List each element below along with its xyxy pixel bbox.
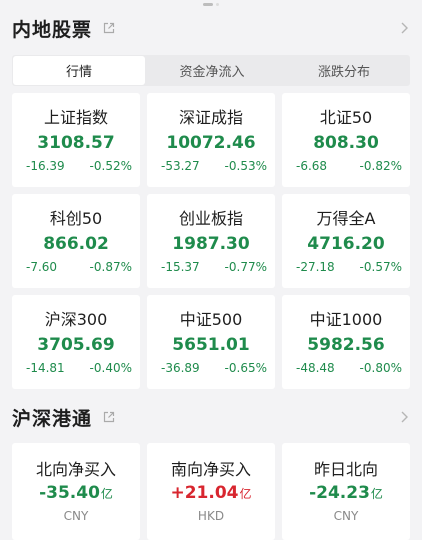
flow-currency: HKD: [197, 509, 225, 523]
index-price: 1987.30: [172, 234, 250, 254]
flow-name: 南向净买入: [170, 460, 251, 479]
flow-value-wrap: -35.40亿: [12, 483, 140, 503]
flow-name: 北向净买入: [35, 460, 116, 479]
index-change: -7.60: [26, 260, 58, 274]
index-card[interactable]: 科创50 866.02 -7.60 -0.87%: [12, 194, 140, 288]
index-change-pct: -0.53%: [224, 159, 267, 173]
index-change: -53.27: [161, 159, 200, 173]
index-card[interactable]: 沪深300 3705.69 -14.81 -0.40%: [12, 295, 140, 389]
index-price: 4716.20: [307, 234, 385, 254]
flow-unit: 亿: [239, 487, 252, 501]
flow-unit: 亿: [370, 487, 383, 501]
index-name: 科创50: [49, 209, 103, 228]
flow-currency: CNY: [333, 509, 359, 523]
flow-currency: CNY: [63, 509, 89, 523]
index-price: 3108.57: [37, 133, 115, 153]
index-name: 沪深300: [44, 310, 108, 329]
flow-value: -24.23: [309, 483, 370, 503]
index-price: 5651.01: [172, 335, 250, 355]
chevron-right-icon[interactable]: [397, 410, 411, 424]
index-name: 上证指数: [43, 108, 108, 127]
connect-section-header[interactable]: 沪深港通: [0, 402, 422, 432]
index-card[interactable]: 上证指数 3108.57 -16.39 -0.52%: [12, 93, 140, 187]
index-card[interactable]: 中证1000 5982.56 -48.48 -0.80%: [282, 295, 410, 389]
index-change: -48.48: [296, 361, 335, 375]
index-card[interactable]: 万得全A 4716.20 -27.18 -0.57%: [282, 194, 410, 288]
index-price: 808.30: [313, 133, 379, 153]
index-change: -15.37: [161, 260, 200, 274]
index-card[interactable]: 深证成指 10072.46 -53.27 -0.53%: [147, 93, 275, 187]
index-price: 866.02: [43, 234, 109, 254]
index-change: -6.68: [296, 159, 328, 173]
index-change-pct: -0.77%: [224, 260, 267, 274]
index-card[interactable]: 北证50 808.30 -6.68 -0.82%: [282, 93, 410, 187]
index-price: 3705.69: [37, 335, 115, 355]
mainland-section-header[interactable]: 内地股票: [0, 13, 422, 43]
index-name: 中证1000: [309, 310, 383, 329]
flow-card[interactable]: 南向净买入 +21.04亿 HKD: [147, 443, 275, 540]
index-card[interactable]: 中证500 5651.01 -36.89 -0.65%: [147, 295, 275, 389]
index-change-pct: -0.52%: [89, 159, 132, 173]
flow-card[interactable]: 北向净买入 -35.40亿 CNY: [12, 443, 140, 540]
index-name: 创业板指: [178, 209, 243, 228]
index-change: -16.39: [26, 159, 65, 173]
tab-distribution[interactable]: 涨跌分布: [278, 55, 410, 86]
index-name: 中证500: [179, 310, 243, 329]
index-change-pct: -0.80%: [359, 361, 402, 375]
connect-section-title: 沪深港通: [12, 407, 93, 430]
index-change: -14.81: [26, 361, 65, 375]
index-price: 5982.56: [307, 335, 385, 355]
flow-value-wrap: +21.04亿: [147, 483, 275, 503]
index-change: -27.18: [296, 260, 335, 274]
index-price: 10072.46: [166, 133, 256, 153]
index-change-pct: -0.65%: [224, 361, 267, 375]
index-change-pct: -0.82%: [359, 159, 402, 173]
index-change-pct: -0.57%: [359, 260, 402, 274]
mainland-section-title: 内地股票: [12, 18, 93, 41]
index-name: 北证50: [319, 108, 373, 127]
page-indicator: [0, 3, 422, 6]
chevron-right-icon[interactable]: [397, 21, 411, 35]
flow-unit: 亿: [100, 487, 113, 501]
connect-flow-grid: 北向净买入 -35.40亿 CNY 南向净买入 +21.04亿 HKD 昨日北向…: [12, 443, 410, 540]
flow-value-wrap: -24.23亿: [282, 483, 410, 503]
index-change: -36.89: [161, 361, 200, 375]
index-grid: 上证指数 3108.57 -16.39 -0.52% 深证成指 10072.46 …: [12, 93, 410, 389]
tab-net-inflow[interactable]: 资金净流入: [146, 55, 278, 86]
index-name: 万得全A: [316, 209, 376, 228]
page-dot-active: [203, 3, 213, 6]
index-change-pct: -0.87%: [89, 260, 132, 274]
index-card[interactable]: 创业板指 1987.30 -15.37 -0.77%: [147, 194, 275, 288]
flow-card[interactable]: 昨日北向 -24.23亿 CNY: [282, 443, 410, 540]
index-name: 深证成指: [178, 108, 243, 127]
flow-value: +21.04: [170, 483, 239, 503]
flow-value: -35.40: [39, 483, 100, 503]
external-link-icon[interactable]: [102, 21, 116, 35]
flow-name: 昨日北向: [313, 460, 378, 479]
page-dot: [216, 3, 219, 6]
tab-market[interactable]: 行情: [13, 56, 145, 85]
market-tabs: 行情 资金净流入 涨跌分布: [12, 55, 410, 86]
index-change-pct: -0.40%: [89, 361, 132, 375]
external-link-icon[interactable]: [102, 410, 116, 424]
